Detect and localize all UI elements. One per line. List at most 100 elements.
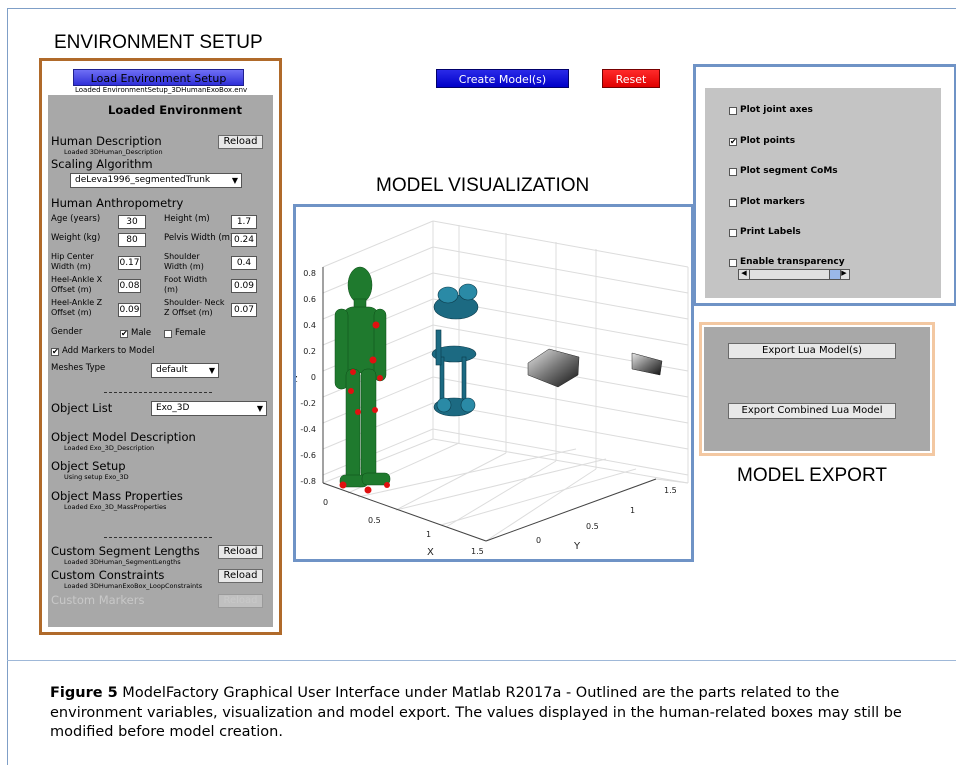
svg-text:1: 1 — [630, 506, 635, 515]
female-checkbox[interactable] — [164, 330, 172, 338]
svg-text:1: 1 — [426, 530, 431, 539]
export-lua-models-button[interactable]: Export Lua Model(s) — [728, 343, 896, 359]
model-export-panel: Export Lua Model(s) Export Combined Lua … — [704, 327, 930, 451]
svg-text:1.5: 1.5 — [664, 486, 677, 495]
shoulder-width-field[interactable]: 0.4 — [231, 256, 257, 270]
svg-text:0.6: 0.6 — [303, 295, 316, 304]
object-setup-status: Using setup Exo_3D — [64, 473, 129, 481]
svg-text:-0.6: -0.6 — [300, 451, 316, 460]
svg-text:0.5: 0.5 — [586, 522, 599, 531]
shoulder-neck-field[interactable]: 0.07 — [231, 303, 257, 317]
custom-markers-label: Custom Markers — [51, 593, 145, 607]
svg-text:-0.8: -0.8 — [300, 477, 316, 486]
reset-button[interactable]: Reset — [602, 69, 660, 88]
load-environment-button[interactable]: Load Environment Setup — [73, 69, 244, 86]
divider — [104, 537, 212, 538]
plot-joint-axes-label: Plot joint axes — [740, 105, 813, 115]
foot-width-field[interactable]: 0.09 — [231, 279, 257, 293]
transparency-slider[interactable]: ◀ ▶ — [738, 269, 850, 280]
box-object — [527, 348, 580, 388]
z-axis-label: Z — [296, 375, 298, 384]
heel-ankle-z-field[interactable]: 0.09 — [118, 303, 141, 317]
print-labels-label: Print Labels — [740, 227, 801, 237]
meshes-type-label: Meshes Type — [51, 363, 106, 373]
enable-transparency-checkbox[interactable] — [729, 259, 737, 267]
model-visualization-heading: MODEL VISUALIZATION — [376, 175, 590, 196]
object-mass-properties-label: Object Mass Properties — [51, 489, 183, 503]
gender-label: Gender — [51, 327, 83, 337]
load-status-text: Loaded EnvironmentSetup_3DHumanExoBox.en… — [75, 86, 248, 94]
plot-segment-coms-checkbox[interactable] — [729, 168, 737, 176]
plot-options-panel: Plot joint axes ✔ Plot points Plot segme… — [705, 88, 941, 298]
hip-center-field[interactable]: 0.17 — [118, 256, 141, 270]
chevron-down-icon: ▼ — [256, 404, 263, 413]
human-description-reload-button[interactable]: Reload — [218, 135, 263, 149]
weight-field[interactable]: 80 — [118, 233, 146, 247]
model-3d-plot[interactable]: 0.8 0.6 0.4 0.2 0 -0.2 -0.4 -0.6 -0.8 Z 0 0.5 1 1… — [296, 207, 691, 559]
export-combined-lua-model-button[interactable]: Export Combined Lua Model — [728, 403, 896, 419]
svg-text:0.2: 0.2 — [303, 347, 316, 356]
male-label: Male — [131, 328, 152, 338]
meshes-type-value: default — [156, 365, 188, 375]
custom-constraints-reload-button[interactable]: Reload — [218, 569, 263, 583]
object-list-select[interactable]: Exo_3D ▼ — [151, 401, 267, 416]
svg-text:Y: Y — [573, 541, 581, 552]
svg-text:1.5: 1.5 — [471, 547, 484, 556]
frame-top-line — [7, 8, 956, 9]
custom-segment-lengths-reload-button[interactable]: Reload — [218, 545, 263, 559]
chevron-down-icon: ▼ — [208, 366, 215, 375]
plot-markers-checkbox[interactable] — [729, 199, 737, 207]
svg-text:0.4: 0.4 — [303, 321, 316, 330]
plot-points-label: Plot points — [740, 136, 796, 146]
caption-text: ModelFactory Graphical User Interface un… — [50, 685, 902, 740]
model-visualization-outline: 0.8 0.6 0.4 0.2 0 -0.2 -0.4 -0.6 -0.8 Z 0 0.5 1 1… — [293, 204, 694, 562]
pelvis-width-field[interactable]: 0.24 — [231, 233, 257, 247]
age-field[interactable]: 30 — [118, 215, 146, 229]
human-description-label: Human Description — [51, 134, 162, 148]
pelvis-width-label: Pelvis Width (m) — [164, 233, 234, 243]
shoulder-width-label: Shoulder Width (m) — [164, 252, 204, 271]
heel-ankle-z-label: Heel-Ankle Z Offset (m) — [51, 298, 103, 317]
environment-setup-heading: ENVIRONMENT SETUP — [54, 32, 263, 53]
height-label: Height (m) — [164, 214, 210, 224]
object-model-description-label: Object Model Description — [51, 430, 196, 444]
height-field[interactable]: 1.7 — [231, 215, 257, 229]
svg-text:X: X — [427, 547, 434, 558]
hip-center-label: Hip Center Width (m) — [51, 252, 94, 271]
svg-text:0: 0 — [536, 536, 541, 545]
loaded-environment-panel: Loaded Environment Human Description Loa… — [48, 95, 273, 627]
svg-text:0: 0 — [323, 498, 328, 507]
slider-right-arrow-icon[interactable]: ▶ — [839, 269, 849, 279]
plate-object — [631, 352, 663, 376]
slider-left-arrow-icon[interactable]: ◀ — [739, 269, 750, 279]
plot-segment-coms-label: Plot segment CoMs — [740, 166, 838, 176]
scaling-algorithm-label: Scaling Algorithm — [51, 157, 153, 171]
heel-ankle-x-field[interactable]: 0.08 — [118, 279, 141, 293]
scaling-algorithm-value: deLeva1996_segmentedTrunk — [75, 175, 211, 185]
custom-segment-lengths-status: Loaded 3DHuman_SegmentLengths — [64, 558, 181, 566]
plot-markers-label: Plot markers — [740, 197, 805, 207]
meshes-type-select[interactable]: default ▼ — [151, 363, 219, 378]
loaded-environment-title: Loaded Environment — [108, 103, 242, 117]
scaling-algorithm-select[interactable]: deLeva1996_segmentedTrunk ▼ — [70, 173, 242, 188]
human-anthropometry-label: Human Anthropometry — [51, 196, 184, 210]
plot-points-checkbox[interactable]: ✔ — [729, 138, 737, 146]
custom-constraints-status: Loaded 3DHumanExoBox_LoopConstraints — [64, 582, 203, 590]
add-markers-checkbox[interactable]: ✔ — [51, 348, 59, 356]
create-models-button[interactable]: Create Model(s) — [436, 69, 569, 88]
print-labels-checkbox[interactable] — [729, 229, 737, 237]
custom-constraints-label: Custom Constraints — [51, 568, 165, 582]
age-label: Age (years) — [51, 214, 101, 224]
custom-segment-lengths-label: Custom Segment Lengths — [51, 544, 200, 558]
svg-text:0.5: 0.5 — [368, 516, 381, 525]
figure-caption: Figure 5 ModelFactory Graphical User Int… — [50, 684, 910, 743]
male-checkbox[interactable]: ✔ — [120, 330, 128, 338]
object-setup-label: Object Setup — [51, 459, 126, 473]
add-markers-label: Add Markers to Model — [62, 346, 155, 356]
object-mass-properties-status: Loaded Exo_3D_MassProperties — [64, 503, 167, 511]
chevron-down-icon: ▼ — [231, 176, 238, 185]
custom-markers-reload-button: Reload — [218, 594, 263, 608]
model-export-heading: MODEL EXPORT — [737, 465, 887, 486]
shoulder-neck-label: Shoulder- Neck Z Offset (m) — [164, 298, 225, 317]
plot-joint-axes-checkbox[interactable] — [729, 107, 737, 115]
